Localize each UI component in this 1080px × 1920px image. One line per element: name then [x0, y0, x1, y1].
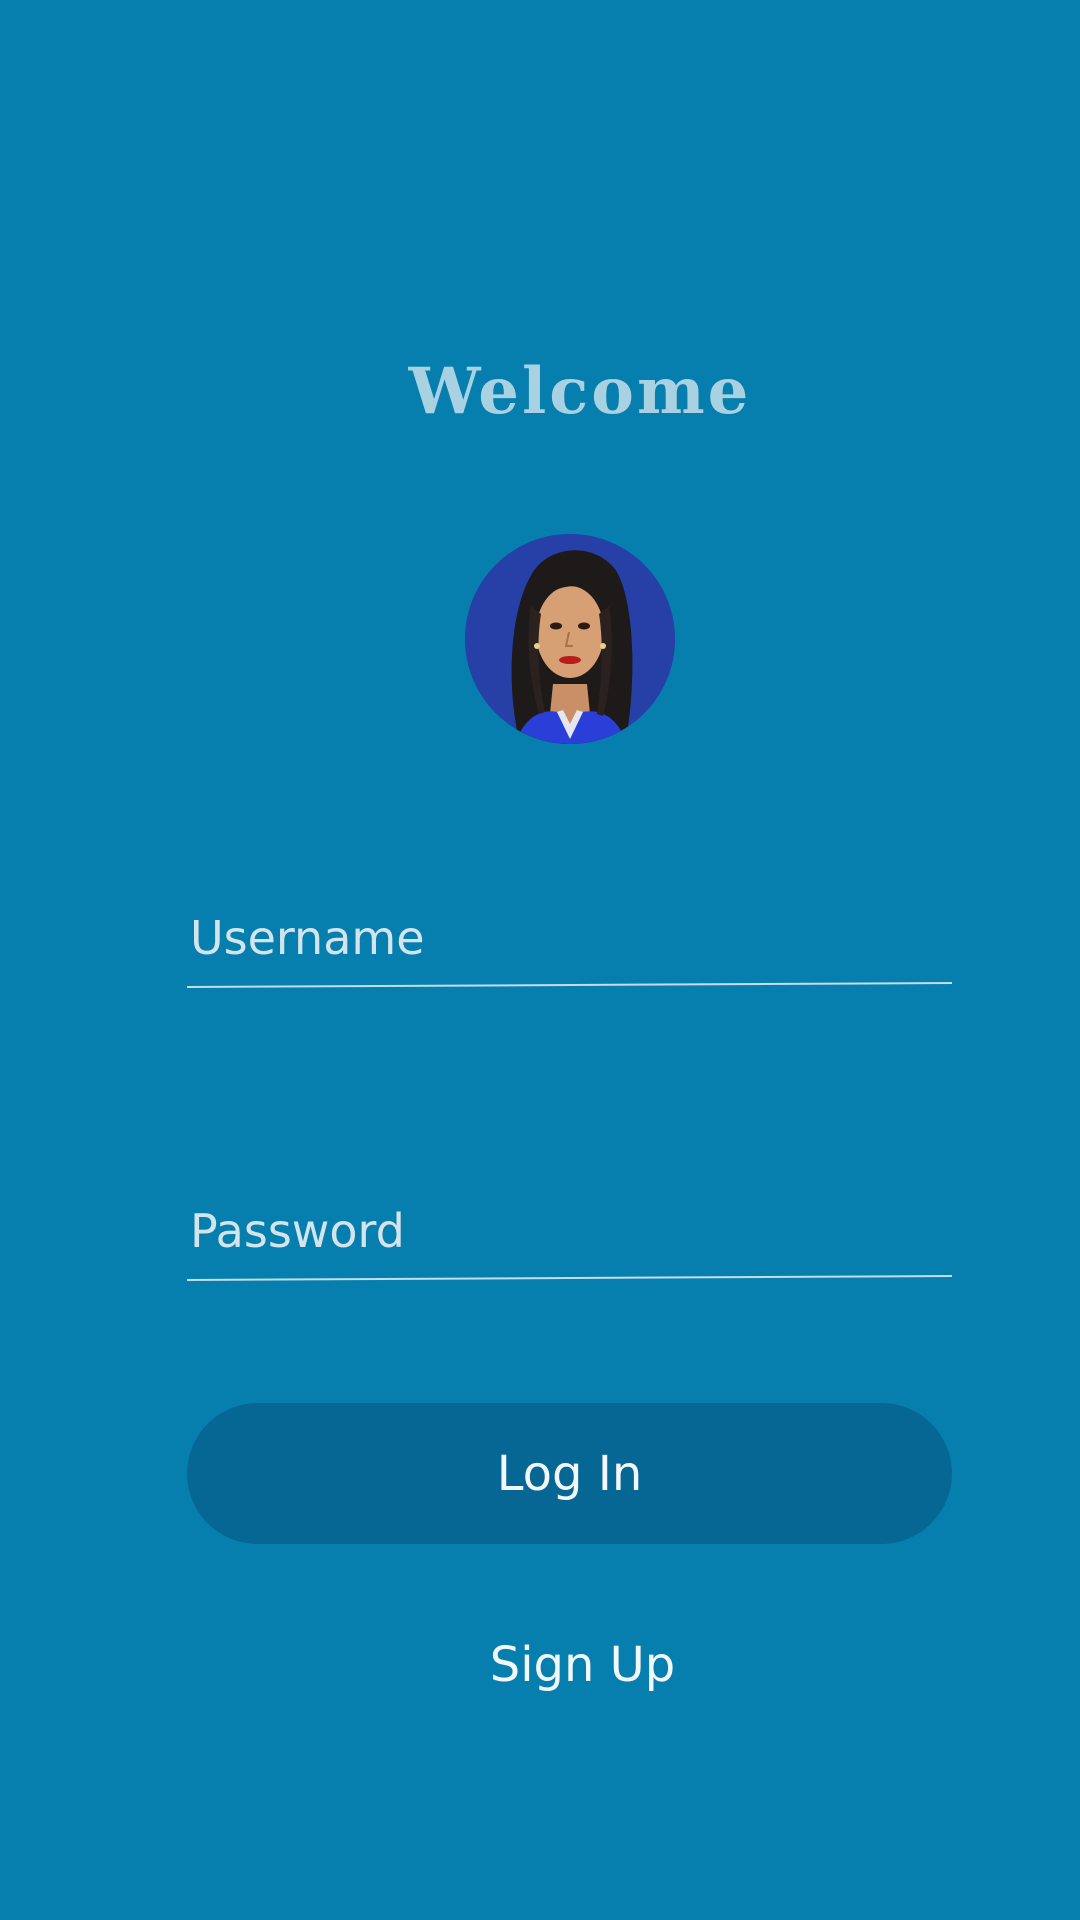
- password-input[interactable]: [187, 1191, 952, 1271]
- username-input[interactable]: [187, 898, 952, 978]
- profile-photo-icon: [465, 534, 675, 744]
- password-underline: [186, 1274, 952, 1281]
- username-field-group: [186, 898, 952, 988]
- welcome-title: Welcome: [408, 354, 752, 429]
- password-field-group: [186, 1191, 952, 1281]
- username-underline: [186, 981, 952, 988]
- signup-link[interactable]: Sign Up: [440, 1630, 725, 1700]
- login-button[interactable]: Log In: [187, 1403, 952, 1544]
- avatar: [465, 534, 675, 744]
